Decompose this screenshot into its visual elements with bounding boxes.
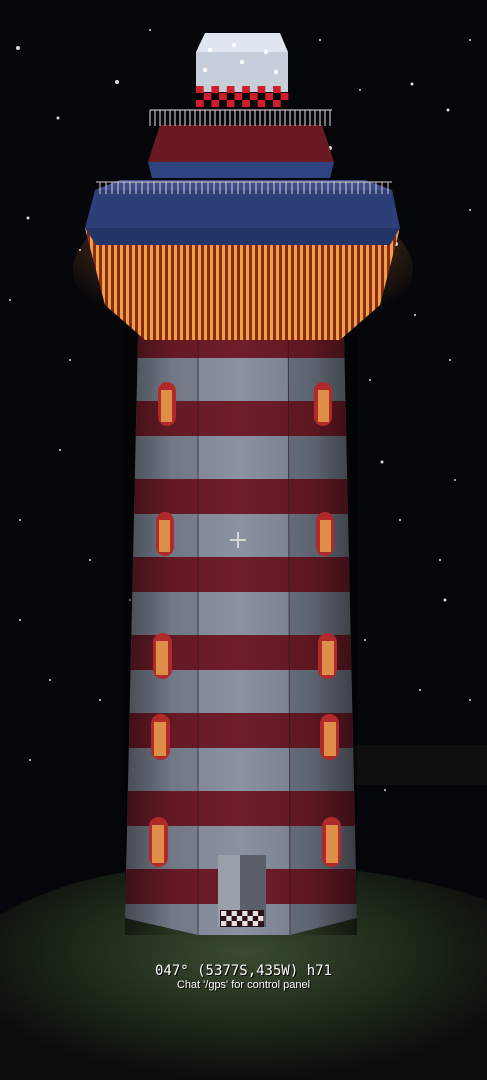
hud-overlay: 047° (5377S,435W) h71 Chat '/gps' for co… bbox=[0, 962, 487, 992]
gps-hint: Chat '/gps' for control panel bbox=[176, 979, 311, 991]
horizon-haze bbox=[340, 745, 487, 785]
crosshair-icon bbox=[230, 532, 246, 548]
tower-door[interactable] bbox=[218, 855, 266, 927]
lighthouse-gallery bbox=[85, 180, 400, 340]
